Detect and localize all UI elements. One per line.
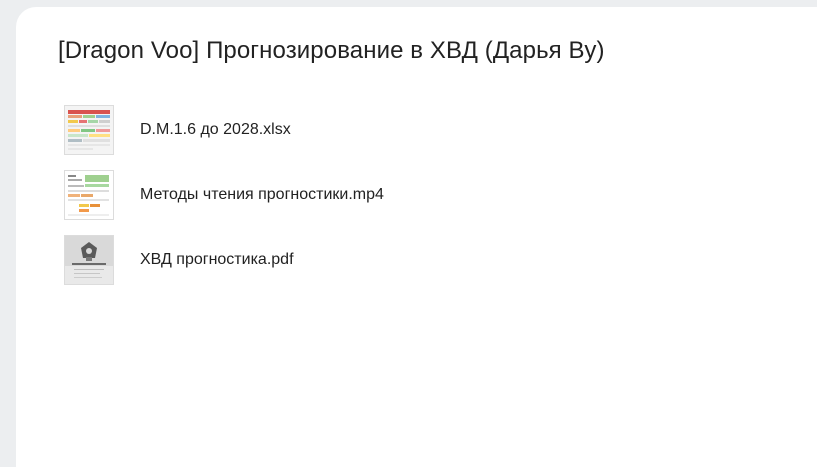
file-item-xlsx[interactable]: D.M.1.6 до 2028.xlsx: [64, 105, 564, 155]
file-name[interactable]: D.M.1.6 до 2028.xlsx: [140, 121, 291, 139]
video-thumbnail-icon: [64, 170, 114, 220]
file-list: D.M.1.6 до 2028.xlsx Методы чтения прогн…: [64, 105, 564, 300]
file-item-mp4[interactable]: Методы чтения прогностики.mp4: [64, 170, 564, 220]
folder-card: [Dragon Voo] Прогнозирование в ХВД (Дарь…: [16, 7, 817, 467]
spreadsheet-thumbnail-icon: [64, 105, 114, 155]
file-name[interactable]: ХВД прогностика.pdf: [140, 251, 294, 269]
file-item-pdf[interactable]: ХВД прогностика.pdf: [64, 235, 564, 285]
file-name[interactable]: Методы чтения прогностики.mp4: [140, 186, 384, 204]
folder-title: [Dragon Voo] Прогнозирование в ХВД (Дарь…: [58, 37, 605, 64]
pdf-thumbnail-icon: [64, 235, 114, 285]
